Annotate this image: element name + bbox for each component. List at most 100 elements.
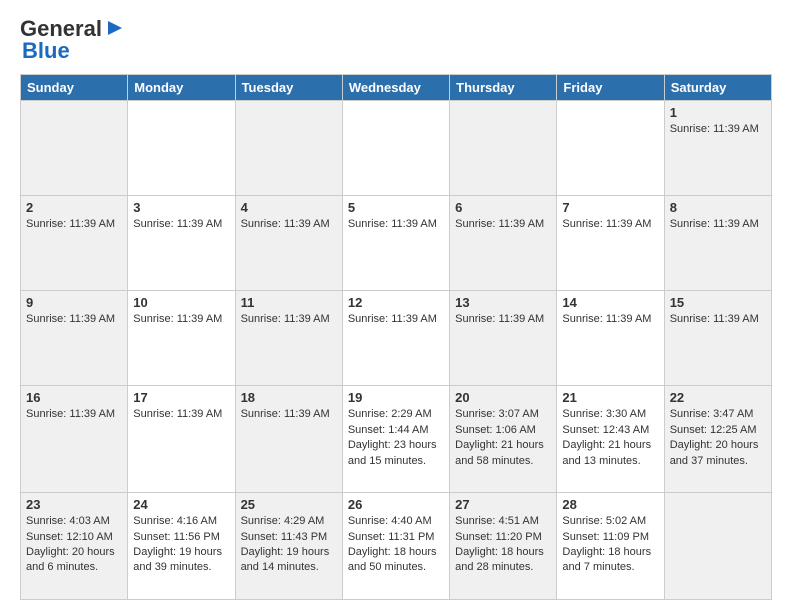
day-info: Sunrise: 11:39 AM <box>241 217 337 232</box>
day-cell: 19 Sunrise: 2:29 AMSunset: 1:44 AMDayligh… <box>342 386 449 493</box>
day-info: Sunrise: 11:39 AM <box>133 407 229 422</box>
day-cell: 8Sunrise: 11:39 AM <box>664 196 771 291</box>
day-cell: 21 Sunrise: 3:30 AMSunset: 12:43 AMDaylig… <box>557 386 664 493</box>
weekday-thursday: Thursday <box>450 75 557 101</box>
day-number: 20 <box>455 390 551 405</box>
day-number: 18 <box>241 390 337 405</box>
day-info: Sunrise: 3:47 AMSunset: 12:25 AMDaylight… <box>670 407 766 469</box>
day-info: Sunrise: 3:30 AMSunset: 12:43 AMDaylight… <box>562 407 658 469</box>
day-cell: 6 Sunrise: 11:39 AM <box>450 196 557 291</box>
day-cell: 24 Sunrise: 4:16 AMSunset: 11:56 PMDaylig… <box>128 493 235 600</box>
day-number: 12 <box>348 295 444 310</box>
weekday-tuesday: Tuesday <box>235 75 342 101</box>
day-number: 21 <box>562 390 658 405</box>
day-cell: 7 Sunrise: 11:39 AM <box>557 196 664 291</box>
day-info: Sunrise: 11:39 AM <box>562 312 658 327</box>
day-info: Sunrise: 11:39 AM <box>241 312 337 327</box>
day-info: Sunrise: 11:39 AM <box>133 217 229 232</box>
day-number: 4 <box>241 200 337 215</box>
day-number: 6 <box>455 200 551 215</box>
day-number: 24 <box>133 497 229 512</box>
weekday-friday: Friday <box>557 75 664 101</box>
day-cell: 1Sunrise: 11:39 AM <box>664 101 771 196</box>
day-number: 7 <box>562 200 658 215</box>
day-number: 27 <box>455 497 551 512</box>
day-number: 13 <box>455 295 551 310</box>
calendar-body: 1Sunrise: 11:39 AM 2 Sunrise: 11:39 AM 3 Sun… <box>21 101 772 600</box>
day-number: 11 <box>241 295 337 310</box>
day-number: 15 <box>670 295 766 310</box>
day-cell: 14 Sunrise: 11:39 AM <box>557 291 664 386</box>
day-cell: 15 Sunrise: 11:39 AM <box>664 291 771 386</box>
day-number: 8 <box>670 200 766 215</box>
day-number: 28 <box>562 497 658 512</box>
week-row-0: 1Sunrise: 11:39 AM <box>21 101 772 196</box>
day-info: Sunrise: 4:40 AMSunset: 11:31 PMDaylight… <box>348 514 444 576</box>
day-number: 26 <box>348 497 444 512</box>
day-cell <box>664 493 771 600</box>
week-row-2: 9Sunrise: 11:39 AM10Sunrise: 11:39 AM 11 S… <box>21 291 772 386</box>
day-cell: 9Sunrise: 11:39 AM <box>21 291 128 386</box>
day-number: 14 <box>562 295 658 310</box>
weekday-sunday: Sunday <box>21 75 128 101</box>
day-cell: 5Sunrise: 11:39 AM <box>342 196 449 291</box>
logo-icon <box>104 17 126 39</box>
logo-blue: Blue <box>22 38 70 63</box>
day-info: Sunrise: 11:39 AM <box>26 312 122 327</box>
day-cell: 28 Sunrise: 5:02 AMSunset: 11:09 PMDaylig… <box>557 493 664 600</box>
day-cell: 22 Sunrise: 3:47 AMSunset: 12:25 AMDaylig… <box>664 386 771 493</box>
day-cell: 26 Sunrise: 4:40 AMSunset: 11:31 PMDaylig… <box>342 493 449 600</box>
day-info: Sunrise: 11:39 AM <box>26 217 122 232</box>
day-cell: 25Sunrise: 4:29 AMSunset: 11:43 PMDaylig… <box>235 493 342 600</box>
day-info: Sunrise: 3:07 AMSunset: 1:06 AMDaylight:… <box>455 407 551 469</box>
day-cell: 4 Sunrise: 11:39 AM <box>235 196 342 291</box>
weekday-monday: Monday <box>128 75 235 101</box>
weekday-wednesday: Wednesday <box>342 75 449 101</box>
week-row-4: 23 Sunrise: 4:03 AMSunset: 12:10 AMDaylig… <box>21 493 772 600</box>
day-info: Sunrise: 11:39 AM <box>562 217 658 232</box>
day-cell <box>450 101 557 196</box>
day-cell: 17 Sunrise: 11:39 AM <box>128 386 235 493</box>
week-row-1: 2 Sunrise: 11:39 AM 3 Sunrise: 11:39 AM 4 Sun… <box>21 196 772 291</box>
day-cell <box>235 101 342 196</box>
day-number: 22 <box>670 390 766 405</box>
week-row-3: 16Sunrise: 11:39 AM17Sunrise: 11:39 AM18… <box>21 386 772 493</box>
day-cell <box>128 101 235 196</box>
day-cell <box>21 101 128 196</box>
day-cell <box>557 101 664 196</box>
day-info: Sunrise: 4:29 AMSunset: 11:43 PMDaylight… <box>241 514 337 576</box>
day-number: 23 <box>26 497 122 512</box>
day-number: 3 <box>133 200 229 215</box>
day-cell: 13 Sunrise: 11:39 AM <box>450 291 557 386</box>
day-cell: 23 Sunrise: 4:03 AMSunset: 12:10 AMDaylig… <box>21 493 128 600</box>
day-info: Sunrise: 11:39 AM <box>133 312 229 327</box>
day-cell: 12 Sunrise: 11:39 AM <box>342 291 449 386</box>
logo: General Blue <box>20 16 126 64</box>
day-info: Sunrise: 11:39 AM <box>348 312 444 327</box>
day-info: Sunrise: 11:39 AM <box>455 312 551 327</box>
day-info: Sunrise: 11:39 AM <box>670 312 766 327</box>
day-cell: 20 Sunrise: 3:07 AMSunset: 1:06 AMDayligh… <box>450 386 557 493</box>
day-number: 19 <box>348 390 444 405</box>
day-info: Sunrise: 4:03 AMSunset: 12:10 AMDaylight… <box>26 514 122 576</box>
day-number: 16 <box>26 390 122 405</box>
day-cell: 16 Sunrise: 11:39 AM <box>21 386 128 493</box>
day-info: Sunrise: 4:51 AMSunset: 11:20 PMDaylight… <box>455 514 551 576</box>
day-cell <box>342 101 449 196</box>
day-cell: 2 Sunrise: 11:39 AM <box>21 196 128 291</box>
day-info: Sunrise: 11:39 AM <box>26 407 122 422</box>
day-info: Sunrise: 11:39 AM <box>670 122 766 137</box>
day-info: Sunrise: 11:39 AM <box>455 217 551 232</box>
day-info: Sunrise: 5:02 AMSunset: 11:09 PMDaylight… <box>562 514 658 576</box>
day-info: Sunrise: 4:16 AMSunset: 11:56 PMDaylight… <box>133 514 229 576</box>
calendar: SundayMondayTuesdayWednesdayThursdayFrid… <box>20 74 772 600</box>
day-number: 17 <box>133 390 229 405</box>
day-info: Sunrise: 11:39 AM <box>241 407 337 422</box>
day-cell: 10Sunrise: 11:39 AM <box>128 291 235 386</box>
day-cell: 18 Sunrise: 11:39 AM <box>235 386 342 493</box>
weekday-saturday: Saturday <box>664 75 771 101</box>
day-info: Sunrise: 2:29 AMSunset: 1:44 AMDaylight:… <box>348 407 444 469</box>
weekday-header: SundayMondayTuesdayWednesdayThursdayFrid… <box>21 75 772 101</box>
day-info: Sunrise: 11:39 AM <box>348 217 444 232</box>
day-number: 2 <box>26 200 122 215</box>
